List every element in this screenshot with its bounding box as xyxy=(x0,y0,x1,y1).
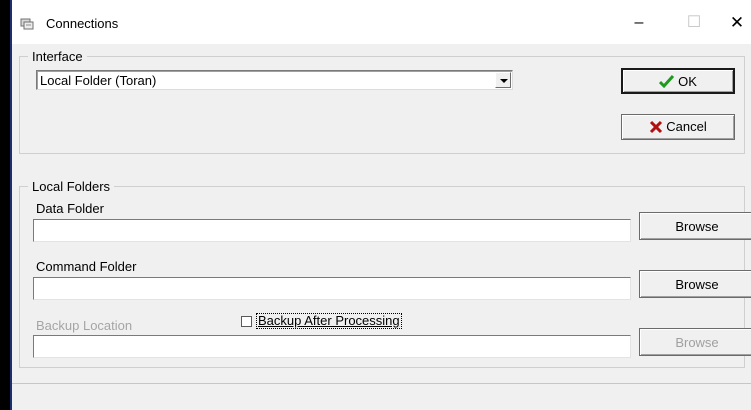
connections-dialog: Connections – ☐ ✕ Interface Local Folder… xyxy=(10,0,751,410)
backup-location-label: Backup Location xyxy=(36,318,133,333)
browse-data-folder-button[interactable]: Browse xyxy=(639,212,751,240)
local-folders-group-label: Local Folders xyxy=(28,179,115,194)
title-bar[interactable]: Connections – ☐ ✕ xyxy=(12,0,751,44)
minimize-icon[interactable]: – xyxy=(629,14,649,32)
browse-data-folder-label: Browse xyxy=(675,219,719,234)
interface-group-label: Interface xyxy=(28,49,87,64)
dialog-divider xyxy=(12,383,751,384)
window-title: Connections xyxy=(46,16,119,31)
backup-after-processing-checkbox[interactable] xyxy=(241,316,252,327)
ok-button-label: OK xyxy=(678,74,697,89)
cancel-button-label: Cancel xyxy=(666,119,707,134)
browse-command-folder-button[interactable]: Browse xyxy=(639,270,751,298)
cross-icon xyxy=(650,120,663,134)
command-folder-label: Command Folder xyxy=(36,259,137,274)
command-folder-input[interactable] xyxy=(33,277,631,300)
connections-app-icon xyxy=(19,16,35,32)
backup-location-input xyxy=(33,335,631,358)
interface-select[interactable]: Local Folder (Toran) xyxy=(36,70,513,90)
close-icon[interactable]: ✕ xyxy=(727,14,747,32)
interface-dropdown-button[interactable] xyxy=(495,72,511,88)
browse-command-folder-label: Browse xyxy=(675,277,719,292)
cancel-button[interactable]: Cancel xyxy=(621,114,735,140)
data-folder-label: Data Folder xyxy=(36,201,104,216)
ok-button[interactable]: OK xyxy=(621,68,735,94)
browse-backup-location-button: Browse xyxy=(639,328,751,356)
browse-backup-location-label: Browse xyxy=(675,335,719,350)
dropdown-arrow-icon xyxy=(500,79,508,83)
checkmark-icon xyxy=(659,74,675,89)
backup-after-processing-label[interactable]: Backup After Processing xyxy=(256,313,402,329)
interface-selected-value: Local Folder (Toran) xyxy=(40,73,157,88)
maximize-icon[interactable]: ☐ xyxy=(684,14,704,32)
data-folder-input[interactable] xyxy=(33,219,631,242)
